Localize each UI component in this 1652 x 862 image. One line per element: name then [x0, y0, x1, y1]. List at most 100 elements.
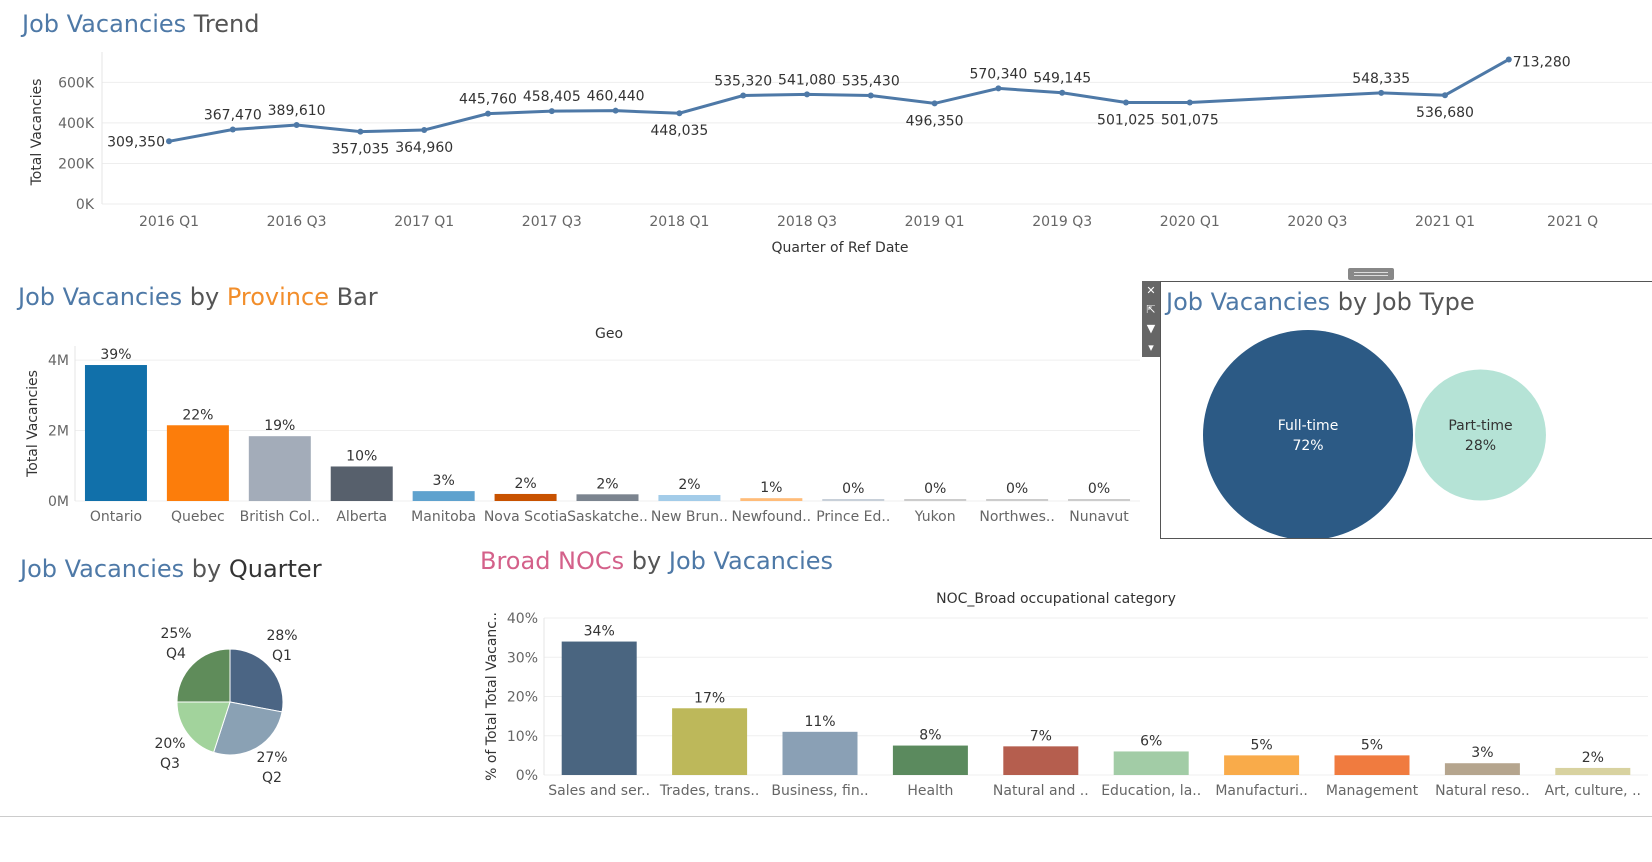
category-label: Nova Scotia — [484, 509, 567, 525]
chart-header: NOC_Broad occupational category — [936, 591, 1176, 607]
jobtype-bubble-chart: Full-time 72% Part-time 28% — [1203, 330, 1546, 538]
bar-value-label: 17% — [694, 690, 725, 706]
category-label: Alberta — [336, 509, 387, 525]
noc-title-part: Broad NOCs — [480, 547, 625, 575]
x-tick-label: 2021 Q — [1547, 214, 1598, 230]
data-point — [485, 110, 491, 117]
data-label: 536,680 — [1416, 105, 1474, 121]
bar-value-label: 10% — [346, 448, 377, 464]
drag-handle[interactable] — [1348, 268, 1394, 280]
category-label: Trades, trans.. — [659, 783, 759, 799]
data-point — [1378, 89, 1385, 96]
data-point — [804, 91, 810, 98]
data-label: 309,350 — [107, 134, 165, 150]
noc-title: Broad NOCs by Job Vacancies — [480, 547, 833, 575]
jobtype-panel[interactable]: Job Vacancies by Job Type Full-time 72% Pa… — [1160, 281, 1652, 539]
data-label: 357,035 — [331, 142, 389, 158]
y-tick-label: 600K — [58, 75, 95, 91]
data-label: 496,350 — [906, 113, 964, 129]
data-label: 501,075 — [1161, 112, 1219, 128]
quarter-title-part: Quarter — [228, 555, 322, 583]
data-point — [357, 128, 364, 135]
popout-icon[interactable]: ⇱ — [1142, 300, 1160, 319]
bar-value-label: 2% — [1582, 750, 1604, 766]
bar-value-label: 0% — [1088, 481, 1110, 497]
province-title: Job Vacancies by Province Bar — [18, 283, 378, 311]
slice-name-label: Q1 — [272, 648, 292, 664]
data-point — [166, 138, 172, 145]
bar — [494, 493, 557, 501]
x-tick-label: 2016 Q1 — [139, 214, 199, 230]
category-label: Management — [1326, 783, 1419, 799]
bar — [1003, 746, 1079, 775]
category-label: Natural reso.. — [1435, 783, 1530, 799]
data-point — [1059, 89, 1066, 96]
bar — [782, 731, 858, 775]
data-point — [229, 126, 236, 133]
bar-value-label: 7% — [1030, 728, 1052, 744]
trend-title-part: Trend — [186, 10, 260, 38]
bubble — [1203, 330, 1413, 538]
slice-pct-label: 20% — [154, 736, 185, 752]
data-point — [931, 100, 938, 107]
bar — [561, 641, 637, 775]
category-label: Yukon — [914, 509, 956, 525]
y-tick-label: 2M — [48, 424, 69, 440]
slice-name-label: Q4 — [166, 646, 186, 662]
more-options-icon[interactable]: ▾ — [1142, 338, 1160, 357]
category-label: British Col.. — [240, 509, 320, 525]
filter-icon[interactable]: ▼ — [1142, 319, 1160, 338]
quarter-title-part: by — [184, 555, 229, 583]
category-label: Natural and .. — [993, 783, 1089, 799]
bar-value-label: 0% — [924, 481, 946, 497]
data-point — [1442, 92, 1448, 99]
data-point — [1123, 99, 1129, 106]
category-label: Saskatche.. — [567, 509, 648, 525]
noc-title-part: by — [624, 547, 669, 575]
bar-value-label: 2% — [514, 476, 536, 492]
divider — [0, 816, 1652, 817]
bar — [1555, 767, 1631, 775]
bubble-name: Part-time — [1448, 418, 1512, 434]
data-point — [612, 107, 619, 114]
data-point — [867, 92, 874, 99]
bar — [672, 708, 748, 775]
bar — [986, 499, 1049, 501]
category-label: Manufacturi.. — [1215, 783, 1308, 799]
data-label: 364,960 — [395, 140, 453, 156]
province-title-part: Bar — [328, 283, 378, 311]
y-axis-title: Total Vacancies — [25, 370, 41, 478]
bar-value-label: 22% — [182, 407, 213, 423]
bar-value-label: 5% — [1361, 737, 1383, 753]
category-label: Business, fin.. — [771, 783, 868, 799]
category-label: New Brun.. — [651, 509, 728, 525]
y-tick-label: 4M — [48, 353, 69, 369]
bar-value-label: 0% — [842, 481, 864, 497]
quarter-title: Job Vacancies by Quarter — [20, 555, 322, 583]
quarter-title-part: Job Vacancies — [20, 555, 185, 583]
bar-value-label: 39% — [100, 347, 131, 363]
close-icon[interactable]: ✕ — [1142, 281, 1160, 300]
bar-value-label: 6% — [1140, 733, 1162, 749]
data-label: 458,405 — [523, 89, 581, 105]
chart-header: Geo — [595, 326, 623, 342]
bar — [412, 491, 475, 501]
bar — [166, 425, 229, 501]
data-label: 548,335 — [1352, 71, 1410, 87]
category-label: Newfound.. — [732, 509, 812, 525]
bar — [658, 495, 721, 501]
data-label: 549,145 — [1033, 71, 1091, 87]
data-point — [293, 122, 300, 129]
bar-value-label: 5% — [1250, 737, 1272, 753]
series-line — [168, 58, 1510, 143]
data-label: 389,610 — [268, 103, 326, 119]
bubble — [1415, 369, 1546, 501]
bar — [892, 745, 968, 775]
bar — [1224, 755, 1300, 775]
bar — [1068, 499, 1131, 501]
bar — [84, 365, 147, 501]
floating-toolbar: ✕ ⇱ ▼ ▾ — [1142, 281, 1160, 357]
data-point — [421, 127, 428, 134]
category-label: Manitoba — [411, 509, 476, 525]
category-label: Health — [907, 783, 953, 799]
